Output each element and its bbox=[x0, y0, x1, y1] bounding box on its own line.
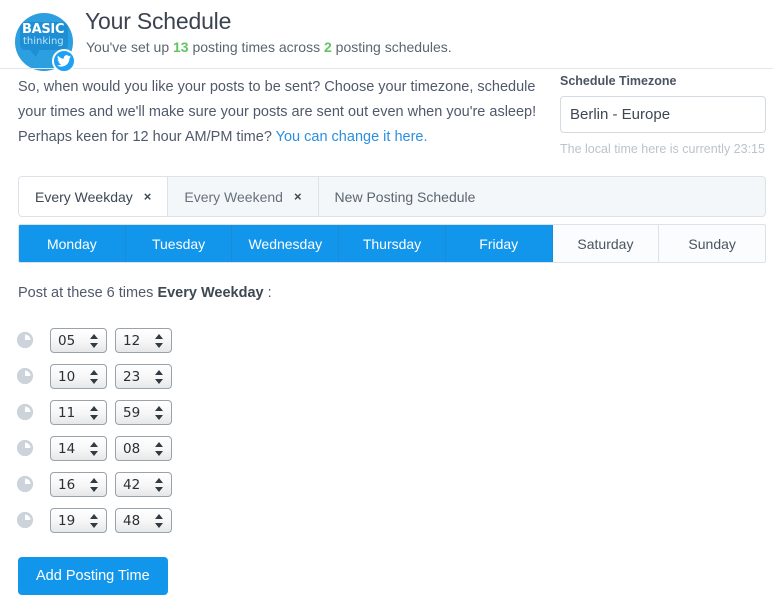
hour-value: 10 bbox=[58, 368, 76, 385]
posting-time-row: 05 12 bbox=[16, 322, 180, 358]
minute-stepper-arrows[interactable] bbox=[155, 513, 163, 529]
timezone-section: Schedule Timezone Berlin - Europe The lo… bbox=[560, 74, 766, 156]
minute-stepper[interactable]: 42 bbox=[115, 471, 172, 497]
clock-icon bbox=[16, 331, 34, 349]
minute-stepper-arrows[interactable] bbox=[155, 369, 163, 385]
hour-stepper[interactable]: 19 bbox=[50, 507, 107, 533]
hour-stepper[interactable]: 05 bbox=[50, 327, 107, 353]
day-selector: Monday Tuesday Wednesday Thursday Friday… bbox=[18, 224, 766, 263]
clock-icon bbox=[16, 511, 34, 529]
post-times-prefix: Post at these 6 times bbox=[18, 285, 158, 301]
header-divider bbox=[0, 68, 773, 69]
minute-value: 23 bbox=[123, 368, 141, 385]
day-thursday[interactable]: Thursday bbox=[339, 225, 446, 262]
posting-times-count: 13 bbox=[173, 39, 189, 55]
schedule-tabs: Every Weekday × Every Weekend × New Post… bbox=[18, 176, 766, 217]
hour-value: 05 bbox=[58, 332, 76, 349]
page-subtitle: You've set up 13 posting times across 2 … bbox=[86, 39, 452, 55]
hour-value: 11 bbox=[58, 404, 76, 421]
schedules-count: 2 bbox=[323, 39, 332, 55]
avatar-brand-line1: BASIC bbox=[22, 22, 65, 37]
hour-stepper-arrows[interactable] bbox=[90, 477, 98, 493]
hour-stepper[interactable]: 14 bbox=[50, 435, 107, 461]
minute-stepper[interactable]: 12 bbox=[115, 327, 172, 353]
intro-line1: So, when would you like your posts to be… bbox=[18, 79, 537, 120]
page-header: BASIC thinking Your Schedule You've set … bbox=[0, 0, 773, 73]
clock-icon bbox=[16, 439, 34, 457]
hour-stepper[interactable]: 11 bbox=[50, 399, 107, 425]
hour-stepper[interactable]: 10 bbox=[50, 363, 107, 389]
minute-value: 42 bbox=[123, 476, 141, 493]
tab-every-weekend[interactable]: Every Weekend × bbox=[168, 177, 319, 216]
tab-label: Every Weekend bbox=[184, 188, 283, 205]
hour-stepper[interactable]: 16 bbox=[50, 471, 107, 497]
posting-time-row: 19 48 bbox=[16, 502, 180, 538]
clock-icon bbox=[16, 403, 34, 421]
change-time-format-link[interactable]: You can change it here. bbox=[276, 129, 428, 145]
minute-stepper-arrows[interactable] bbox=[155, 333, 163, 349]
day-sunday[interactable]: Sunday bbox=[659, 225, 765, 262]
close-icon[interactable]: × bbox=[144, 190, 152, 203]
day-friday[interactable]: Friday bbox=[445, 225, 553, 262]
minute-value: 59 bbox=[123, 404, 141, 421]
posting-time-row: 10 23 bbox=[16, 358, 180, 394]
posting-time-row: 14 08 bbox=[16, 430, 180, 466]
minute-stepper-arrows[interactable] bbox=[155, 405, 163, 421]
minute-stepper[interactable]: 59 bbox=[115, 399, 172, 425]
tab-new-posting-schedule[interactable]: New Posting Schedule bbox=[318, 177, 765, 216]
add-posting-time-button[interactable]: Add Posting Time bbox=[18, 557, 168, 595]
tab-label: New Posting Schedule bbox=[334, 188, 476, 205]
avatar-brand-line2: thinking bbox=[23, 36, 64, 47]
timezone-label: Schedule Timezone bbox=[560, 74, 677, 88]
hour-stepper-arrows[interactable] bbox=[90, 405, 98, 421]
tab-every-weekday[interactable]: Every Weekday × bbox=[19, 177, 169, 216]
minute-stepper-arrows[interactable] bbox=[155, 477, 163, 493]
minute-value: 48 bbox=[123, 512, 141, 529]
hour-value: 19 bbox=[58, 512, 76, 529]
posting-time-row: 11 59 bbox=[16, 394, 180, 430]
minute-stepper-arrows[interactable] bbox=[155, 441, 163, 457]
timezone-local-time-hint: The local time here is currently 23:15 bbox=[560, 142, 765, 156]
avatar: BASIC thinking bbox=[13, 11, 76, 73]
twitter-bird-icon bbox=[52, 49, 76, 73]
minute-value: 12 bbox=[123, 332, 141, 349]
hour-value: 14 bbox=[58, 440, 76, 457]
minute-stepper[interactable]: 48 bbox=[115, 507, 172, 533]
subtitle-suffix: posting schedules. bbox=[331, 39, 452, 55]
posting-time-row: 16 42 bbox=[16, 466, 180, 502]
minute-stepper[interactable]: 08 bbox=[115, 435, 172, 461]
day-monday[interactable]: Monday bbox=[19, 225, 126, 262]
hour-stepper-arrows[interactable] bbox=[90, 333, 98, 349]
intro-text: So, when would you like your posts to be… bbox=[18, 75, 548, 150]
subtitle-prefix: You've set up bbox=[86, 39, 174, 55]
day-saturday[interactable]: Saturday bbox=[552, 225, 660, 262]
close-icon[interactable]: × bbox=[294, 190, 302, 203]
timezone-select[interactable]: Berlin - Europe bbox=[560, 96, 766, 133]
hour-value: 16 bbox=[58, 476, 76, 493]
minute-stepper[interactable]: 23 bbox=[115, 363, 172, 389]
hour-stepper-arrows[interactable] bbox=[90, 441, 98, 457]
hour-stepper-arrows[interactable] bbox=[90, 513, 98, 529]
day-wednesday[interactable]: Wednesday bbox=[232, 225, 340, 262]
subtitle-middle: posting times across bbox=[188, 39, 324, 55]
post-times-heading: Post at these 6 times Every Weekday : bbox=[18, 285, 272, 301]
schedule-page: BASIC thinking Your Schedule You've set … bbox=[0, 0, 773, 598]
day-tuesday[interactable]: Tuesday bbox=[125, 225, 233, 262]
tab-label: Every Weekday bbox=[35, 188, 133, 205]
post-times-schedule-name: Every Weekday bbox=[157, 285, 264, 301]
post-times-suffix: : bbox=[263, 285, 272, 301]
minute-value: 08 bbox=[123, 440, 141, 457]
clock-icon bbox=[16, 367, 34, 385]
intro-line2-prefix: Perhaps keen for 12 hour AM/PM time? bbox=[18, 129, 276, 145]
hour-stepper-arrows[interactable] bbox=[90, 369, 98, 385]
posting-times-list: 05 12 10 23 11 59 14 08 16 42 19 48 bbox=[16, 322, 180, 538]
page-title: Your Schedule bbox=[85, 8, 232, 34]
clock-icon bbox=[16, 475, 34, 493]
